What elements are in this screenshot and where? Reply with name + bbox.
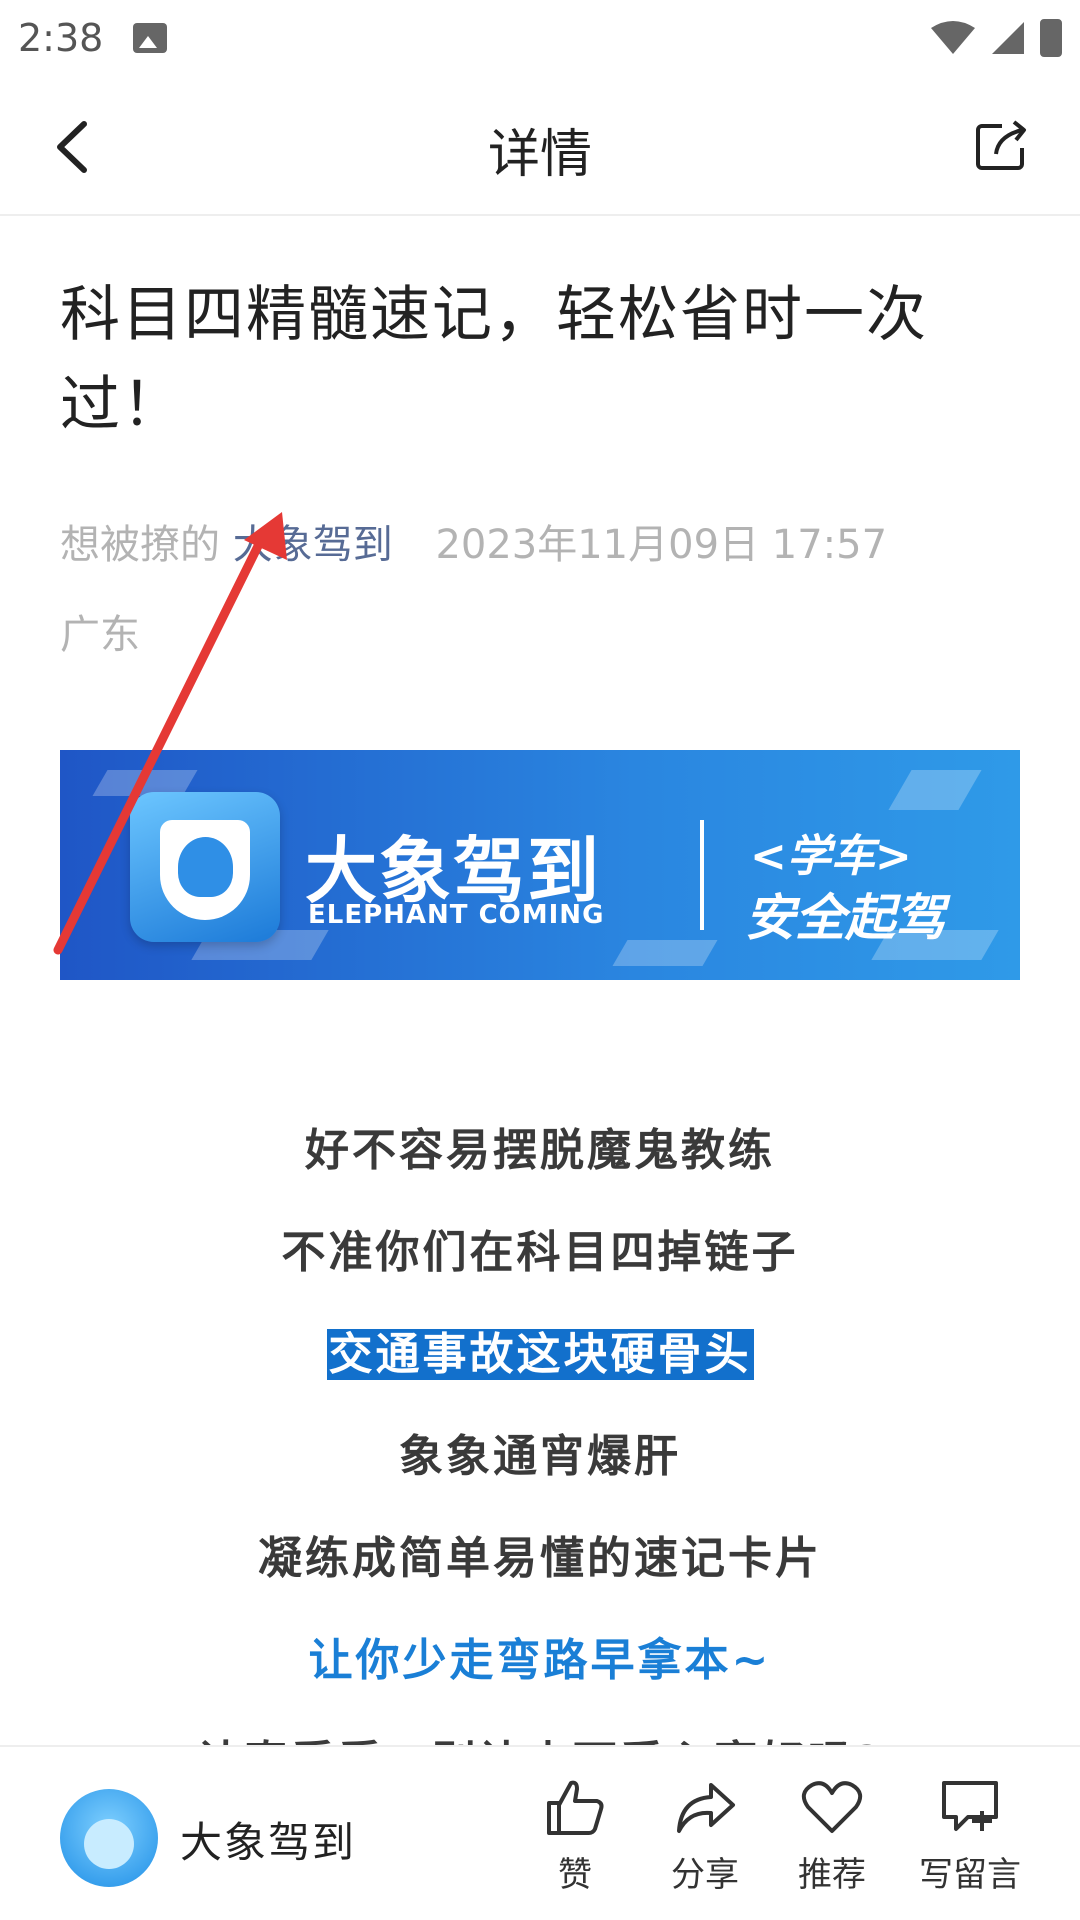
signal-icon [992, 22, 1024, 54]
like-label: 赞 [558, 1855, 592, 1895]
wifi-icon [931, 21, 975, 54]
account-name[interactable]: 大象驾到 [180, 1809, 356, 1870]
comment-add-icon [942, 1781, 998, 1831]
article-meta: 想被撩的 大象驾到 2023年11月09日 17:57 广东 [60, 500, 1020, 680]
page-title: 详情 [487, 125, 592, 185]
image-notification-icon [133, 23, 168, 53]
write-comment-button[interactable]: 写留言 [900, 1777, 1040, 1896]
highlight-text: 交通事故这块硬骨头 [326, 1329, 754, 1380]
publish-location: 广东 [60, 612, 140, 658]
article-banner-image: 大象驾到 ELEPHANT COMING <学车> 安全起驾 [60, 750, 1020, 980]
top-nav-bar: 详情 [0, 76, 1080, 216]
body-line: 不准你们在科目四掉链子 [281, 1227, 799, 1278]
like-button[interactable]: 赞 [515, 1777, 635, 1896]
author-name: 想被撩的 [60, 522, 220, 568]
share-button[interactable]: 分享 [645, 1777, 765, 1896]
bottom-action-bar: 大象驾到 赞 分享 推荐 写留言 [0, 1745, 1080, 1920]
status-time: 2:38 [18, 16, 104, 60]
banner-divider [700, 820, 704, 930]
body-line: 好不容易摆脱魔鬼教练 [305, 1125, 775, 1176]
recommend-button[interactable]: 推荐 [772, 1777, 892, 1896]
elephant-logo-icon [130, 792, 280, 942]
share-label: 分享 [671, 1855, 739, 1895]
banner-tag-line2: 安全起驾 [745, 889, 945, 947]
recommend-label: 推荐 [798, 1855, 866, 1895]
thumbs-up-icon [547, 1780, 604, 1835]
body-line: 凝练成简单易懂的速记卡片 [258, 1533, 822, 1584]
heart-icon [801, 1781, 863, 1833]
body-line-highlighted: 交通事故这块硬骨头 [0, 1304, 1080, 1406]
article-title: 科目四精髓速记，轻松省时一次过！ [60, 280, 928, 440]
battery-icon [1040, 19, 1062, 57]
share-arrow-icon [677, 1783, 735, 1833]
share-icon[interactable] [972, 114, 1032, 174]
publish-date: 2023年11月09日 17:57 [435, 522, 888, 568]
account-avatar[interactable] [60, 1789, 158, 1887]
status-icons [930, 19, 1062, 57]
banner-brand-en: ELEPHANT COMING [308, 900, 605, 930]
account-link[interactable]: 大象驾到 [233, 522, 393, 568]
status-bar: 2:38 [0, 0, 1080, 76]
article-body: 好不容易摆脱魔鬼教练 不准你们在科目四掉链子 交通事故这块硬骨头 象象通宵爆肝 … [0, 1100, 1080, 1772]
banner-tag-line1: <学车> [750, 831, 912, 882]
body-line-accent: 让你少走弯路早拿本~ [308, 1635, 772, 1686]
body-line: 象象通宵爆肝 [399, 1431, 681, 1482]
write-comment-label: 写留言 [919, 1855, 1021, 1895]
